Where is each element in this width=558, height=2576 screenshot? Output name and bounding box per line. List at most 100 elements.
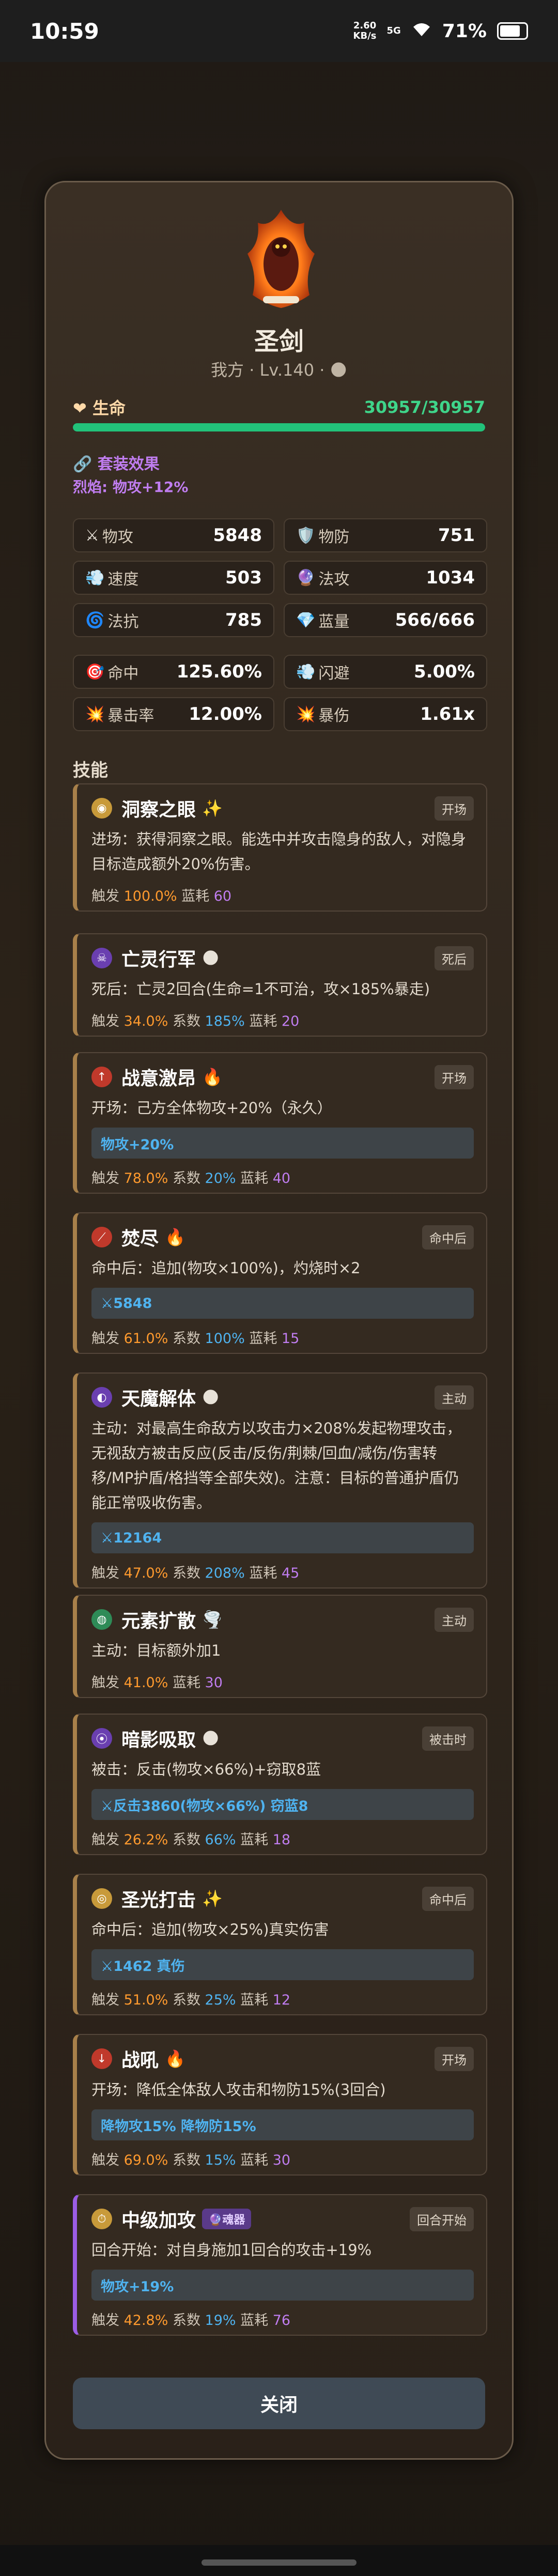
stat-icon: 🛡️ [296,526,316,545]
skill-footer-value: 60 [213,888,232,904]
skill-emoji: 🔥 [165,1227,185,1247]
skill-footer-label: 蓝耗 [240,1832,273,1848]
stat-icon: 💎 [296,611,316,629]
skill-icon: ◐ [91,1387,112,1408]
skill-description: 主动：对最高生命敌方以攻击力×208%发起物理攻击，无视敌方被击反应(反击/反伤… [91,1420,462,1511]
skill-card: ◎ 圣光打击 ✨ 命中后 命中后：追加(物攻×25%)真实伤害 ⚔1462 真伤 触发 51… [73,1874,487,2015]
skill-card: ◐ 天魔解体 🌑 主动 主动：对最高生命敌方以攻击力×208%发起物理攻击，无视敌方被击… [73,1372,487,1588]
skill-footer-value: 34.0% [123,1013,173,1029]
stat-value: 5848 [213,525,262,546]
stat-8: 💥 暴击率 12.00% [73,697,274,731]
skill-description: 被击：反击(物攻×66%)+窃取8蓝 [91,1761,321,1778]
stat-icon: 🔮 [296,568,316,587]
skill-footer-label: 蓝耗 [181,888,214,904]
skill-name: 洞察之眼 [121,799,196,821]
skill-footer-label: 系数 [172,2312,205,2328]
stat-label: 物攻 [102,528,133,546]
stat-icon: 💥 [85,705,105,723]
skill-badge: 🔮魂器 [202,2209,252,2229]
stat-label: 命中 [107,665,139,683]
battery-percent: 71% [442,20,487,42]
skill-footer: 触发 69.0% 系数 15% 蓝耗 30 [91,2147,474,2174]
character-detail-panel: 圣剑 我方 · Lv.140 · 🌑 ❤ 生命 30957/30957 🔗 套装… [44,181,514,2460]
skill-footer-label: 系数 [172,1331,205,1347]
home-indicator[interactable] [202,2559,357,2566]
character-subtitle: 我方 · Lv.140 · 🌑 [211,360,347,380]
stat-icon: ⚔ [85,526,99,545]
skill-card: ◉ 洞察之眼 ✨ 开场 进场：获得洞察之眼。能选中并攻击隐身的敌人，对隐身目标造成额外2… [73,783,487,912]
skill-footer: 触发 42.8% 系数 19% 蓝耗 76 [91,2307,474,2335]
skill-effect-box: ⚔12164 [91,1522,474,1553]
skill-footer: 触发 34.0% 系数 185% 蓝耗 20 [91,1008,474,1036]
skill-icon: ◎ [91,1888,112,1909]
skill-trigger-tag: 开场 [435,1065,474,1089]
stat-5: 💎 蓝量 566/666 [284,603,487,637]
skill-footer: 触发 100.0% 蓝耗 60 [91,883,474,911]
stat-icon: 💨 [85,568,105,587]
skill-trigger-tag: 回合开始 [410,2207,474,2231]
skill-footer-value: 45 [281,1565,300,1581]
stat-value: 1034 [426,567,475,588]
skill-icon: ◍ [91,1609,112,1630]
skill-footer-label: 系数 [172,1992,205,2008]
stat-label: 蓝量 [318,613,350,631]
skill-description: 死后：亡灵2回合(生命=1不可治，攻×185%暴走) [91,980,430,998]
skill-icon: ◉ [91,798,112,819]
skill-footer: 触发 61.0% 系数 100% 蓝耗 15 [91,1325,474,1353]
skill-description: 回合开始：对自身施加1回合的攻击+19% [91,2241,372,2259]
skill-trigger-tag: 命中后 [422,1886,474,1911]
skill-card: ⦿ 暗影吸取 🌑 被击时 被击：反击(物攻×66%)+窃取8蓝 ⚔反击3860(物攻×66… [73,1714,487,1855]
hp-value: 30957/30957 [364,397,485,417]
stat-value: 5.00% [414,661,475,682]
status-icons: 2.60 KB/s 5G 71% [353,21,528,42]
skill-footer-label: 触发 [91,888,124,904]
skill-footer-label: 触发 [91,1675,124,1691]
stat-label: 物防 [318,528,350,546]
skill-footer-label: 蓝耗 [240,1170,273,1186]
character-avatar [242,207,320,311]
skill-icon: ↓ [91,2048,112,2069]
stat-value: 785 [225,610,262,630]
skill-header: ⟋ 焚尽 🔥 命中后 [91,1224,474,1251]
hp-label: ❤ 生命 [73,398,126,418]
skill-footer: 触发 51.0% 系数 25% 蓝耗 12 [91,1986,474,2014]
stat-7: 💨 闪避 5.00% [284,655,487,689]
skill-footer-label: 蓝耗 [240,1992,273,2008]
stat-value: 566/666 [395,610,475,630]
skill-card: ⏱ 中级加攻 🔮魂器 回合开始 回合开始：对自身施加1回合的攻击+19% 物攻+19% 触发… [73,2194,487,2336]
skill-description: 命中后：追加(物攻×100%)，灼烧时×2 [91,1259,361,1277]
skill-effect-box: ⚔5848 [91,1288,474,1319]
skill-header: ◉ 洞察之眼 ✨ 开场 [91,795,474,822]
stat-value: 125.60% [176,661,262,682]
skill-effect-box: 降物攻15% 降物防15% [91,2109,474,2140]
skill-footer-label: 系数 [172,1170,205,1186]
skill-emoji: ✨ [202,1889,223,1908]
skill-footer-label: 系数 [172,1565,205,1581]
skill-emoji: 🌑 [202,1387,220,1407]
skill-name: 暗影吸取 [121,1730,196,1751]
skill-name: 天魔解体 [121,1389,196,1410]
skill-header: ⦿ 暗影吸取 🌑 被击时 [91,1725,474,1752]
skill-footer-label: 触发 [91,1170,124,1186]
character-name: 圣剑 [254,327,304,356]
skill-icon: ⟋ [91,1227,112,1247]
skill-emoji: 🌑 [202,1729,220,1748]
close-button[interactable]: 关闭 [73,2378,485,2429]
skill-icon: ⦿ [91,1728,112,1749]
skill-footer-label: 蓝耗 [240,2312,273,2328]
skill-footer-value: 100.0% [123,888,182,904]
skill-footer-value: 208% [205,1565,250,1581]
stat-3: 🔮 法攻 1034 [284,561,487,595]
skill-effect-box: ⚔1462 真伤 [91,1949,474,1980]
skill-description: 主动：目标额外加1 [91,1642,221,1659]
skill-footer-value: 15 [281,1331,300,1347]
stat-label: 闪避 [318,665,350,683]
stat-label: 法攻 [318,570,350,589]
skill-emoji: 🌑 [202,948,220,968]
skill-footer-label: 系数 [172,1832,205,1848]
battery-icon [497,22,528,40]
skill-name: 元素扩散 [121,1611,196,1632]
skill-card: ⟋ 焚尽 🔥 命中后命中后：追加(物攻×100%)，灼烧时×2 ⚔5848 触发 61.0… [73,1212,487,1354]
skill-footer-value: 30 [272,2152,291,2168]
skill-name: 中级加攻 [121,2210,196,2231]
